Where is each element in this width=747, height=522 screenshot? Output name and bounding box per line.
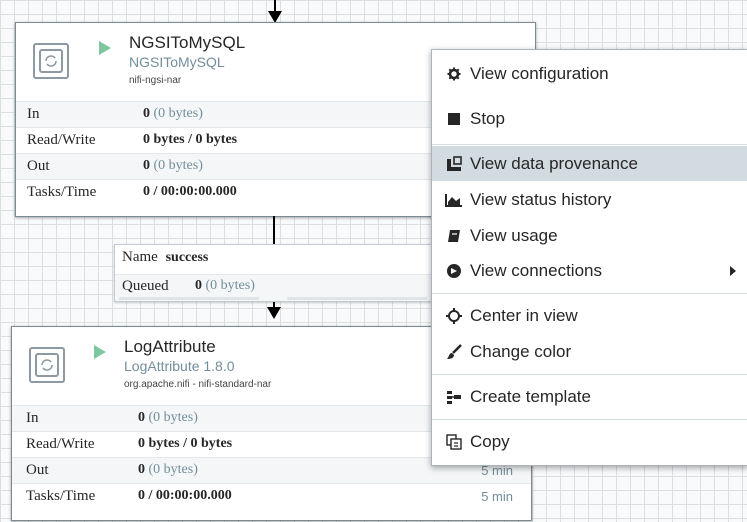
menu-item-view-connections[interactable]: View connections	[432, 253, 747, 288]
queued-count: 0	[195, 278, 202, 293]
menu-item-label: Center in view	[470, 305, 578, 325]
submenu-caret-icon	[730, 265, 736, 276]
processor-type: NGSIToMySQL	[129, 54, 225, 70]
menu-item-label: Create template	[470, 386, 591, 406]
menu-item-stop[interactable]: Stop	[432, 101, 747, 136]
chart-icon	[444, 193, 464, 207]
menu-divider	[432, 293, 747, 294]
stat-row-tasks-time: Tasks/Time 0 / 00:00:00.000 5 min	[12, 483, 531, 509]
menu-divider	[432, 419, 747, 420]
gear-icon	[444, 67, 464, 81]
stat-value: 0	[143, 158, 150, 173]
context-menu: View configuration Stop View data proven…	[431, 49, 747, 466]
menu-item-create-template[interactable]: Create template	[432, 379, 747, 414]
processor-icon	[33, 43, 69, 79]
backpressure-bar-size	[287, 297, 427, 300]
stat-value: 0 / 00:00:00.000	[143, 184, 237, 199]
processor-name: NGSIToMySQL	[129, 33, 246, 52]
menu-item-label: View status history	[470, 189, 612, 209]
copy-icon	[444, 433, 464, 450]
stat-label: Tasks/Time	[26, 488, 96, 504]
stat-value: 0 / 00:00:00.000	[138, 488, 232, 503]
processor-type: LogAttribute 1.8.0	[124, 358, 235, 374]
template-icon	[444, 389, 464, 405]
stat-time-window: 5 min	[481, 489, 513, 504]
menu-item-change-color[interactable]: Change color	[432, 334, 747, 369]
stat-value: 0 bytes / 0 bytes	[138, 436, 233, 451]
connection-name-label: Name	[122, 249, 158, 265]
backpressure-bar-object	[119, 297, 259, 300]
stat-bytes: (0 bytes)	[153, 106, 203, 121]
running-status-icon	[94, 345, 106, 359]
menu-item-copy[interactable]: Copy	[432, 424, 747, 459]
stat-label: Out	[26, 462, 49, 478]
stat-label: Read/Write	[27, 132, 96, 148]
stat-label: In	[26, 410, 39, 426]
menu-divider	[432, 144, 747, 145]
connections-icon	[444, 263, 464, 279]
menu-item-label: View configuration	[470, 63, 609, 83]
menu-item-label: View data provenance	[470, 153, 638, 173]
stat-bytes: (0 bytes)	[148, 410, 198, 425]
connection-queued-label: Queued	[122, 278, 169, 294]
menu-item-view-status-history[interactable]: View status history	[432, 182, 747, 217]
processor-bundle: nifi-ngsi-nar	[129, 75, 182, 86]
menu-item-view-data-provenance[interactable]: View data provenance	[432, 146, 747, 181]
paintbrush-icon	[444, 343, 464, 360]
crosshair-icon	[444, 307, 464, 324]
stat-value: 0	[138, 410, 145, 425]
connection-label-success[interactable]: Name success Queued 0 (0 bytes)	[114, 244, 434, 302]
stat-value: 0	[143, 106, 150, 121]
running-status-icon	[99, 41, 111, 55]
menu-item-center-in-view[interactable]: Center in view	[432, 298, 747, 333]
provenance-icon	[444, 155, 464, 172]
stat-label: Tasks/Time	[27, 184, 97, 200]
menu-item-label: View connections	[470, 260, 602, 280]
menu-item-label: Stop	[470, 108, 505, 128]
stat-value: 0	[138, 462, 145, 477]
menu-item-label: Copy	[470, 431, 510, 451]
menu-item-view-configuration[interactable]: View configuration	[432, 56, 747, 91]
stat-value: 0 bytes / 0 bytes	[143, 132, 238, 147]
arrow-head	[267, 307, 281, 319]
stat-label: Read/Write	[26, 436, 95, 452]
stat-label: Out	[27, 158, 50, 174]
menu-item-label: View usage	[470, 225, 558, 245]
menu-divider	[432, 374, 747, 375]
stat-label: In	[27, 106, 40, 122]
menu-item-label: Change color	[470, 341, 572, 361]
book-icon	[444, 229, 464, 243]
connection-name-value: success	[165, 250, 209, 265]
stat-bytes: (0 bytes)	[148, 462, 198, 477]
menu-item-view-usage[interactable]: View usage	[432, 218, 747, 253]
processor-bundle: org.apache.nifi - nifi-standard-nar	[124, 379, 272, 390]
queued-bytes: (0 bytes)	[205, 278, 255, 293]
processor-icon	[29, 347, 65, 383]
stop-icon	[444, 112, 464, 125]
stat-bytes: (0 bytes)	[153, 158, 203, 173]
processor-name: LogAttribute	[124, 337, 216, 356]
